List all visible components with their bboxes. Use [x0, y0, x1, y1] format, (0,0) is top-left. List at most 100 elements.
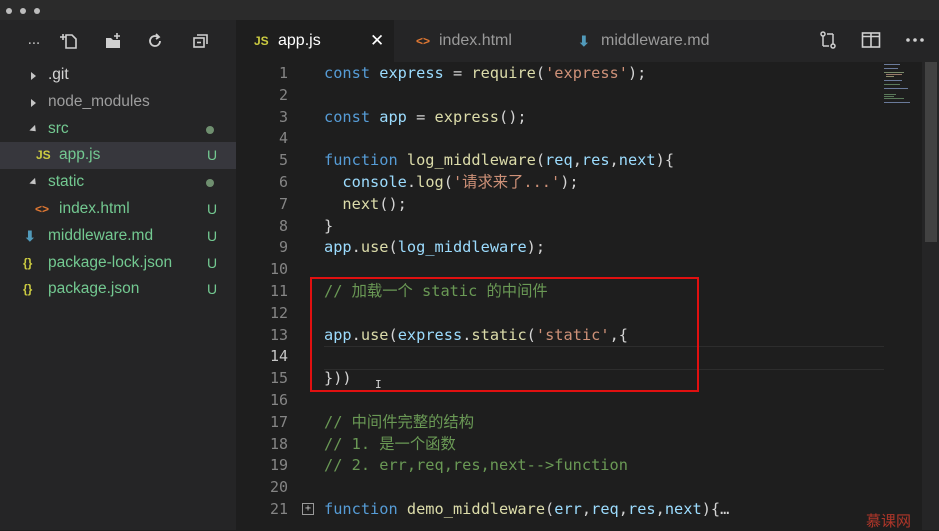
javascript-file-icon: JS	[254, 34, 269, 48]
code-text: // 2. err,req,res,next-->function	[324, 455, 628, 477]
tree-item-label: index.html	[59, 199, 130, 217]
new-file-icon[interactable]	[60, 31, 80, 51]
line-number: 3	[278, 107, 288, 126]
code-token: next	[664, 500, 702, 518]
code-line[interactable]: 19 // 2. err,req,res,next-->function	[236, 455, 886, 477]
line-number: 4	[278, 129, 288, 148]
code-line[interactable]: 3 const app = express();	[236, 107, 886, 129]
code-text: function demo_middleware(err,req,res,nex…	[324, 499, 729, 521]
new-folder-icon[interactable]	[103, 31, 123, 51]
code-token: const	[324, 107, 380, 126]
minimap[interactable]	[882, 62, 922, 122]
window-close-dot[interactable]	[6, 8, 12, 14]
code-line[interactable]: 20	[236, 477, 886, 499]
code-token: …	[720, 500, 730, 518]
code-token: (	[535, 151, 546, 170]
code-line[interactable]: 16	[236, 390, 886, 412]
code-line[interactable]: 8}	[236, 216, 886, 238]
vertical-scrollbar[interactable]	[922, 62, 939, 530]
fold-expand-icon[interactable]: +	[302, 503, 314, 515]
tree-item-package-lock-json[interactable]: {} package-lock.json U	[0, 250, 236, 277]
line-number: 9	[278, 238, 288, 257]
code-token: (	[443, 173, 453, 191]
code-token: ,	[655, 500, 665, 518]
code-text: const express = require('express');	[324, 63, 646, 85]
window-minimize-dot[interactable]	[20, 8, 26, 14]
line-number: 8	[278, 216, 288, 235]
code-token: ();	[379, 194, 407, 213]
line-number: 13	[269, 325, 288, 344]
window-titlebar	[0, 0, 939, 20]
text-cursor-icon: I	[375, 378, 382, 391]
code-token: require	[471, 64, 536, 82]
code-text: const app = express();	[324, 107, 527, 129]
close-tab-icon[interactable]: ✕	[370, 20, 384, 62]
code-text: app.use(log_middleware);	[324, 237, 545, 259]
tree-item-src[interactable]: src	[0, 116, 236, 143]
more-actions-icon[interactable]: ...	[24, 31, 44, 51]
code-line[interactable]: 6 console.log('请求来了...');	[236, 172, 886, 194]
code-token: =	[443, 64, 472, 82]
code-line[interactable]: 17 // 中间件完整的结构	[236, 412, 886, 434]
code-line[interactable]: 5 function log_middleware(req,res,next){	[236, 150, 886, 172]
explorer-toolbar: ...	[0, 20, 236, 60]
tree-item-git[interactable]: .git	[0, 62, 236, 89]
code-token: ){	[655, 151, 675, 170]
refresh-icon[interactable]	[145, 31, 165, 51]
code-token: 'express'	[545, 64, 628, 82]
tree-item-package-json[interactable]: {} package.json U	[0, 276, 236, 303]
git-status-badge: U	[207, 200, 218, 217]
window-maximize-dot[interactable]	[34, 8, 40, 14]
code-line[interactable]: 18 // 1. 是一个函数	[236, 434, 886, 456]
tab-index-html[interactable]: <> index.html	[396, 20, 554, 62]
code-line[interactable]: 2	[236, 85, 886, 107]
scrollbar-thumb[interactable]	[925, 62, 937, 242]
split-editor-icon[interactable]	[861, 30, 881, 54]
tree-item-middleware-md[interactable]: ⬇ middleware.md U	[0, 223, 236, 250]
more-actions-icon[interactable]	[905, 30, 925, 54]
tree-item-label: node_modules	[48, 92, 150, 110]
tree-item-static[interactable]: static	[0, 169, 236, 196]
line-number: 15	[269, 369, 288, 388]
code-token: log	[416, 173, 444, 191]
watermark-logo: 慕课网	[866, 512, 912, 530]
code-text: }	[324, 216, 333, 238]
tree-item-label: package-lock.json	[48, 253, 173, 271]
code-line[interactable]: 9 app.use(log_middleware);	[236, 237, 886, 259]
code-token: const	[324, 64, 380, 82]
collapse-all-icon[interactable]	[190, 31, 210, 51]
code-token: express	[379, 64, 444, 82]
code-token: // 1. 是一个函数	[324, 434, 456, 453]
tree-item-label: app.js	[59, 146, 101, 164]
code-token: next	[342, 194, 380, 213]
code-token: (	[545, 500, 555, 518]
code-line[interactable]: 1 const express = require('express');	[236, 63, 886, 85]
code-text: // 中间件完整的结构	[324, 412, 474, 434]
tree-item-app-js[interactable]: JS app.js U	[0, 142, 236, 170]
code-token: req	[591, 500, 619, 518]
code-line[interactable]: 21 function demo_middleware(err,req,res,n…	[236, 499, 886, 521]
code-token: res	[627, 500, 656, 518]
line-number: 12	[269, 303, 288, 322]
explorer-sidebar: ... .git node_modules src JS app.js U st…	[0, 20, 236, 530]
code-line[interactable]: 7 next();	[236, 194, 886, 216]
chevron-right-icon[interactable]	[31, 72, 36, 80]
tab-label: app.js	[278, 32, 321, 49]
tab-middleware-md[interactable]: ⬇ middleware.md	[556, 20, 756, 62]
chevron-down-icon[interactable]	[29, 178, 39, 188]
tab-app-js[interactable]: JS app.js ✕	[236, 20, 394, 62]
tree-item-label: .git	[48, 66, 69, 83]
code-token: '请求来了...'	[452, 173, 561, 191]
code-line[interactable]: 4	[236, 128, 886, 150]
chevron-right-icon[interactable]	[31, 98, 36, 107]
code-text: next();	[324, 194, 407, 216]
git-status-badge: U	[207, 227, 218, 244]
tree-item-index-html[interactable]: <> index.html U	[0, 196, 236, 223]
line-number: 21	[269, 500, 288, 518]
chevron-down-icon[interactable]	[29, 124, 39, 134]
code-token: ();	[499, 107, 527, 126]
tree-item-node-modules[interactable]: node_modules	[0, 89, 236, 116]
open-changes-icon[interactable]	[818, 30, 838, 54]
code-token: );	[560, 173, 579, 191]
code-text: // 1. 是一个函数	[324, 434, 456, 456]
